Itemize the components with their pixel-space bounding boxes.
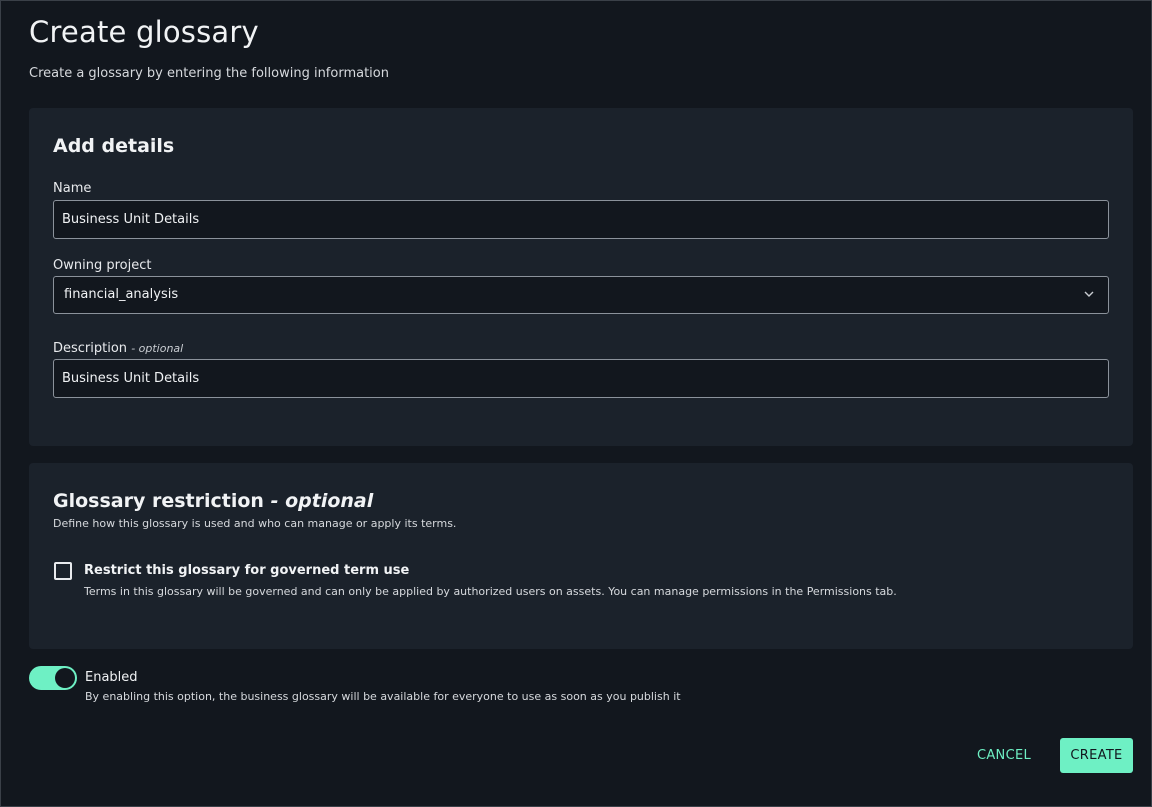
restrict-glossary-checkbox[interactable]	[54, 562, 72, 580]
restriction-panel: Glossary restriction - optional Define h…	[29, 463, 1133, 649]
chevron-down-icon	[1084, 291, 1094, 297]
enabled-label: Enabled	[85, 670, 138, 685]
restriction-title-text: Glossary restriction	[53, 490, 264, 512]
details-panel: Add details Name Owning project financia…	[29, 108, 1133, 446]
owning-project-value: financial_analysis	[64, 287, 179, 302]
description-input[interactable]	[53, 359, 1109, 398]
page-subtitle: Create a glossary by entering the follow…	[29, 66, 389, 81]
enabled-help: By enabling this option, the business gl…	[85, 690, 681, 703]
restrict-glossary-help: Terms in this glossary will be governed …	[84, 585, 897, 598]
description-label: Description - optional	[53, 341, 183, 356]
create-glossary-page: Create glossary Create a glossary by ent…	[0, 0, 1152, 807]
restrict-glossary-label[interactable]: Restrict this glossary for governed term…	[84, 563, 409, 578]
owning-project-label: Owning project	[53, 258, 152, 273]
restriction-description: Define how this glossary is used and who…	[53, 517, 457, 530]
create-button[interactable]: CREATE	[1060, 738, 1133, 773]
details-section-title: Add details	[53, 135, 175, 157]
description-label-text: Description	[53, 341, 128, 356]
description-optional-tag: - optional	[131, 342, 184, 355]
name-input[interactable]	[53, 200, 1109, 239]
restriction-optional-tag: - optional	[270, 490, 374, 512]
enabled-toggle[interactable]	[29, 666, 77, 690]
page-title: Create glossary	[29, 15, 259, 49]
cancel-button[interactable]: CANCEL	[967, 738, 1041, 772]
name-label: Name	[53, 181, 92, 196]
owning-project-select[interactable]: financial_analysis	[53, 276, 1109, 314]
restriction-title: Glossary restriction - optional	[53, 490, 373, 512]
toggle-knob	[55, 668, 75, 688]
